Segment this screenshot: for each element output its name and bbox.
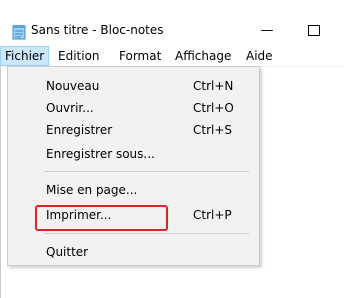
menu-item-label: Mise en page... (46, 183, 138, 197)
menu-item-mise-en-page[interactable]: Mise en page... (8, 179, 259, 201)
menu-edition[interactable]: Edition (54, 46, 104, 66)
notepad-icon (12, 25, 26, 40)
menu-separator (44, 171, 249, 172)
menu-item-shortcut: Ctrl+S (193, 123, 233, 137)
menu-affichage[interactable]: Affichage (171, 46, 235, 66)
maximize-button[interactable] (302, 20, 326, 42)
menu-item-shortcut: Ctrl+P (193, 208, 232, 222)
window-title: Sans titre - Bloc-notes (31, 23, 164, 37)
maximize-icon (308, 25, 320, 36)
file-menu-dropdown: Nouveau Ctrl+N Ouvrir... Ctrl+O Enregist… (7, 66, 260, 266)
menu-item-quitter[interactable]: Quitter (8, 241, 259, 263)
imprimer-highlight-box (35, 205, 168, 231)
menu-item-nouveau[interactable]: Nouveau Ctrl+N (8, 75, 259, 97)
menu-item-label: Enregistrer sous... (46, 147, 155, 161)
menu-format[interactable]: Format (115, 46, 165, 66)
menu-item-label: Enregistrer (46, 123, 113, 137)
menu-item-shortcut: Ctrl+O (193, 101, 234, 115)
menu-item-enregistrer-sous[interactable]: Enregistrer sous... (8, 143, 259, 165)
menu-item-shortcut: Ctrl+N (193, 79, 234, 93)
title-bar: Sans titre - Bloc-notes — (0, 0, 344, 46)
menu-item-enregistrer[interactable]: Enregistrer Ctrl+S (8, 119, 259, 141)
menu-separator (44, 233, 249, 234)
menu-item-ouvrir[interactable]: Ouvrir... Ctrl+O (8, 97, 259, 119)
menu-item-label: Ouvrir... (46, 101, 94, 115)
menu-aide[interactable]: Aide (242, 46, 277, 66)
menu-item-label: Nouveau (46, 79, 100, 93)
minimize-button[interactable]: — (255, 20, 279, 42)
menu-item-label: Quitter (46, 245, 89, 259)
menu-bar: Fichier Edition Format Affichage Aide (0, 46, 344, 66)
menu-fichier[interactable]: Fichier (0, 46, 50, 66)
